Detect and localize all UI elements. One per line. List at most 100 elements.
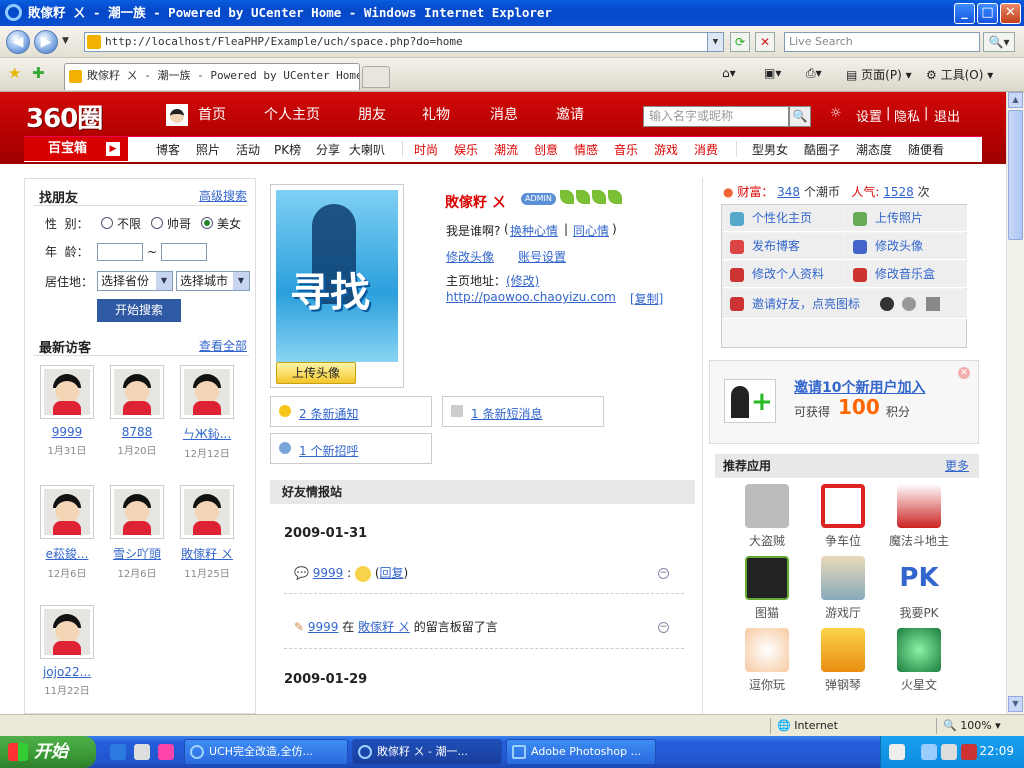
subnav-fashion[interactable]: 时尚 [414, 141, 438, 158]
visitor-name[interactable]: 8788 [107, 425, 167, 439]
subnav-events[interactable]: 活动 [236, 141, 260, 158]
app-name[interactable]: 游戏厅 [807, 604, 879, 621]
scroll-up-icon[interactable]: ▲ [1008, 92, 1023, 108]
edit-profile-link[interactable]: 修改个人资料 [722, 261, 844, 288]
address-dropdown[interactable]: ▼ [707, 33, 723, 51]
browser-tab[interactable]: 敗傢籽 ㄨ - 潮一族 - Powered by UCenter Home [64, 63, 360, 90]
feed-user-link[interactable]: 9999 [308, 620, 339, 634]
upload-avatar-button[interactable]: 上传头像 [276, 362, 356, 384]
collapse-icon[interactable]: − [658, 622, 669, 633]
visitor-avatar[interactable] [110, 485, 164, 539]
subnav-attitude[interactable]: 潮态度 [856, 141, 892, 158]
clock[interactable]: 22:09 [979, 744, 1014, 758]
province-select[interactable]: 选择省份 ▼ [97, 271, 173, 291]
new-messages-link[interactable]: 1 条新短消息 [471, 405, 542, 422]
city-select[interactable]: 选择城市 ▼ [176, 271, 250, 291]
app-item[interactable]: 逗你玩 [731, 628, 803, 693]
subnav-consume[interactable]: 消费 [694, 141, 718, 158]
minimize-button[interactable]: _ [954, 3, 975, 24]
gender-female-radio[interactable] [201, 217, 213, 229]
app-item[interactable]: 弹钢琴 [807, 628, 879, 693]
add-favorites-icon[interactable]: ✚ [32, 64, 45, 82]
visitor-card[interactable]: 敗傢籽 ㄨ 11月25日 [177, 485, 237, 580]
subnav-circles[interactable]: 酷圈子 [804, 141, 840, 158]
new-notices-link[interactable]: 2 条新通知 [299, 405, 358, 422]
app-name[interactable]: 我要PK [883, 604, 955, 621]
gender-any-radio[interactable] [101, 217, 113, 229]
feed-target-link[interactable]: 敗傢籽 ㄨ [358, 620, 410, 634]
subnav-photos[interactable]: 照片 [196, 141, 220, 158]
app-name[interactable]: 大盗贼 [731, 532, 803, 549]
app-item[interactable]: 大盗贼 [731, 484, 803, 549]
print-icon[interactable]: ⎙▾ [806, 66, 822, 81]
start-button[interactable]: 开始 [0, 736, 96, 768]
ie-quicklaunch-icon[interactable] [110, 744, 126, 760]
scroll-thumb[interactable] [1008, 110, 1023, 240]
vertical-scrollbar[interactable]: ▲ ▼ [1006, 92, 1024, 714]
subnav-random[interactable]: 随便看 [908, 141, 944, 158]
visitor-avatar[interactable] [180, 365, 234, 419]
app-name[interactable]: 火星文 [883, 676, 955, 693]
upload-photo-link[interactable]: 上传照片 [845, 205, 967, 232]
greeting-box[interactable]: 1 个新招呼 [270, 433, 432, 464]
visitor-avatar[interactable] [40, 605, 94, 659]
visitor-card[interactable]: e菘鋑... 12月6日 [37, 485, 97, 580]
visitor-name[interactable]: 雪シ吖頭 [107, 545, 167, 562]
close-button[interactable]: ✕ [1000, 3, 1021, 24]
taskbar-item[interactable]: UCH完全改造,全仿... [184, 739, 348, 765]
subnav-music[interactable]: 音乐 [614, 141, 638, 158]
subnav-share[interactable]: 分享 [316, 141, 340, 158]
settings-link[interactable]: 设置 [856, 106, 882, 125]
back-button[interactable]: ◀ [6, 30, 30, 54]
subnav-emotion[interactable]: 情感 [574, 141, 598, 158]
app-item[interactable]: 图猫 [731, 556, 803, 621]
quicklaunch-icon[interactable] [158, 744, 174, 760]
app-name[interactable]: 弹钢琴 [807, 676, 879, 693]
search-go-button[interactable]: 🔍▾ [983, 32, 1015, 52]
visitor-name[interactable]: 9999 [37, 425, 97, 439]
start-search-button[interactable]: 开始搜索 [97, 299, 181, 322]
quicklaunch-icon[interactable] [134, 744, 150, 760]
app-item[interactable]: 魔法斗地主 [883, 484, 955, 549]
subnav-ent[interactable]: 娱乐 [454, 141, 478, 158]
edit-music-link[interactable]: 修改音乐盒 [845, 261, 967, 288]
nav-profile[interactable]: 个人主页 [264, 104, 320, 124]
app-item[interactable]: 游戏厅 [807, 556, 879, 621]
user-search-input[interactable]: 输入名字或昵称 [643, 106, 789, 127]
more-apps-link[interactable]: 更多 [945, 454, 969, 478]
subnav-games[interactable]: 游戏 [654, 141, 678, 158]
user-avatar-small[interactable] [166, 104, 188, 126]
app-name[interactable]: 魔法斗地主 [883, 532, 955, 549]
profile-username[interactable]: 敗傢籽 ㄨ [445, 192, 506, 212]
volume-icon[interactable] [941, 744, 957, 760]
nav-home[interactable]: 首页 [198, 104, 226, 124]
visitor-name[interactable]: ㄣЖ鈊... [177, 425, 237, 442]
nav-invite[interactable]: 邀请 [556, 104, 584, 124]
visitor-avatar[interactable] [40, 365, 94, 419]
favorites-star-icon[interactable]: ★ [8, 64, 21, 82]
visitor-avatar[interactable] [180, 485, 234, 539]
address-input[interactable]: http://localhost/FleaPHP/Example/uch/spa… [84, 32, 724, 52]
taskbar-item-active[interactable]: 敗傢籽 ㄨ - 潮一... [352, 739, 502, 765]
tray-icon[interactable] [889, 744, 905, 760]
change-mood-link[interactable]: 换种心情 [510, 222, 558, 239]
page-menu[interactable]: ▤ 页面(P) ▾ [846, 66, 912, 83]
app-name[interactable]: 逗你玩 [731, 676, 803, 693]
site-logo[interactable]: 360圈 [26, 98, 103, 135]
user-search-button[interactable]: 🔍 [789, 106, 811, 127]
visitor-avatar[interactable] [110, 365, 164, 419]
close-icon[interactable]: ✕ [958, 367, 970, 379]
visitor-card[interactable]: 雪シ吖頭 12月6日 [107, 485, 167, 580]
nav-messages[interactable]: 消息 [490, 104, 518, 124]
privacy-link[interactable]: 隐私 [894, 106, 920, 125]
subnav-creative[interactable]: 创意 [534, 141, 558, 158]
forward-button[interactable]: ▶ [34, 30, 58, 54]
custom-homepage-link[interactable]: 个性化主页 [722, 205, 844, 232]
logout-link[interactable]: 退出 [934, 106, 960, 125]
post-blog-link[interactable]: 发布博客 [722, 233, 844, 260]
subnav-trend[interactable]: 潮流 [494, 141, 518, 158]
app-item[interactable]: 火星文 [883, 628, 955, 693]
settings-icon[interactable]: ☼ [830, 106, 842, 121]
app-name[interactable]: 争车位 [807, 532, 879, 549]
homepage-url-link[interactable]: http://paowoo.chaoyizu.com [446, 290, 616, 304]
